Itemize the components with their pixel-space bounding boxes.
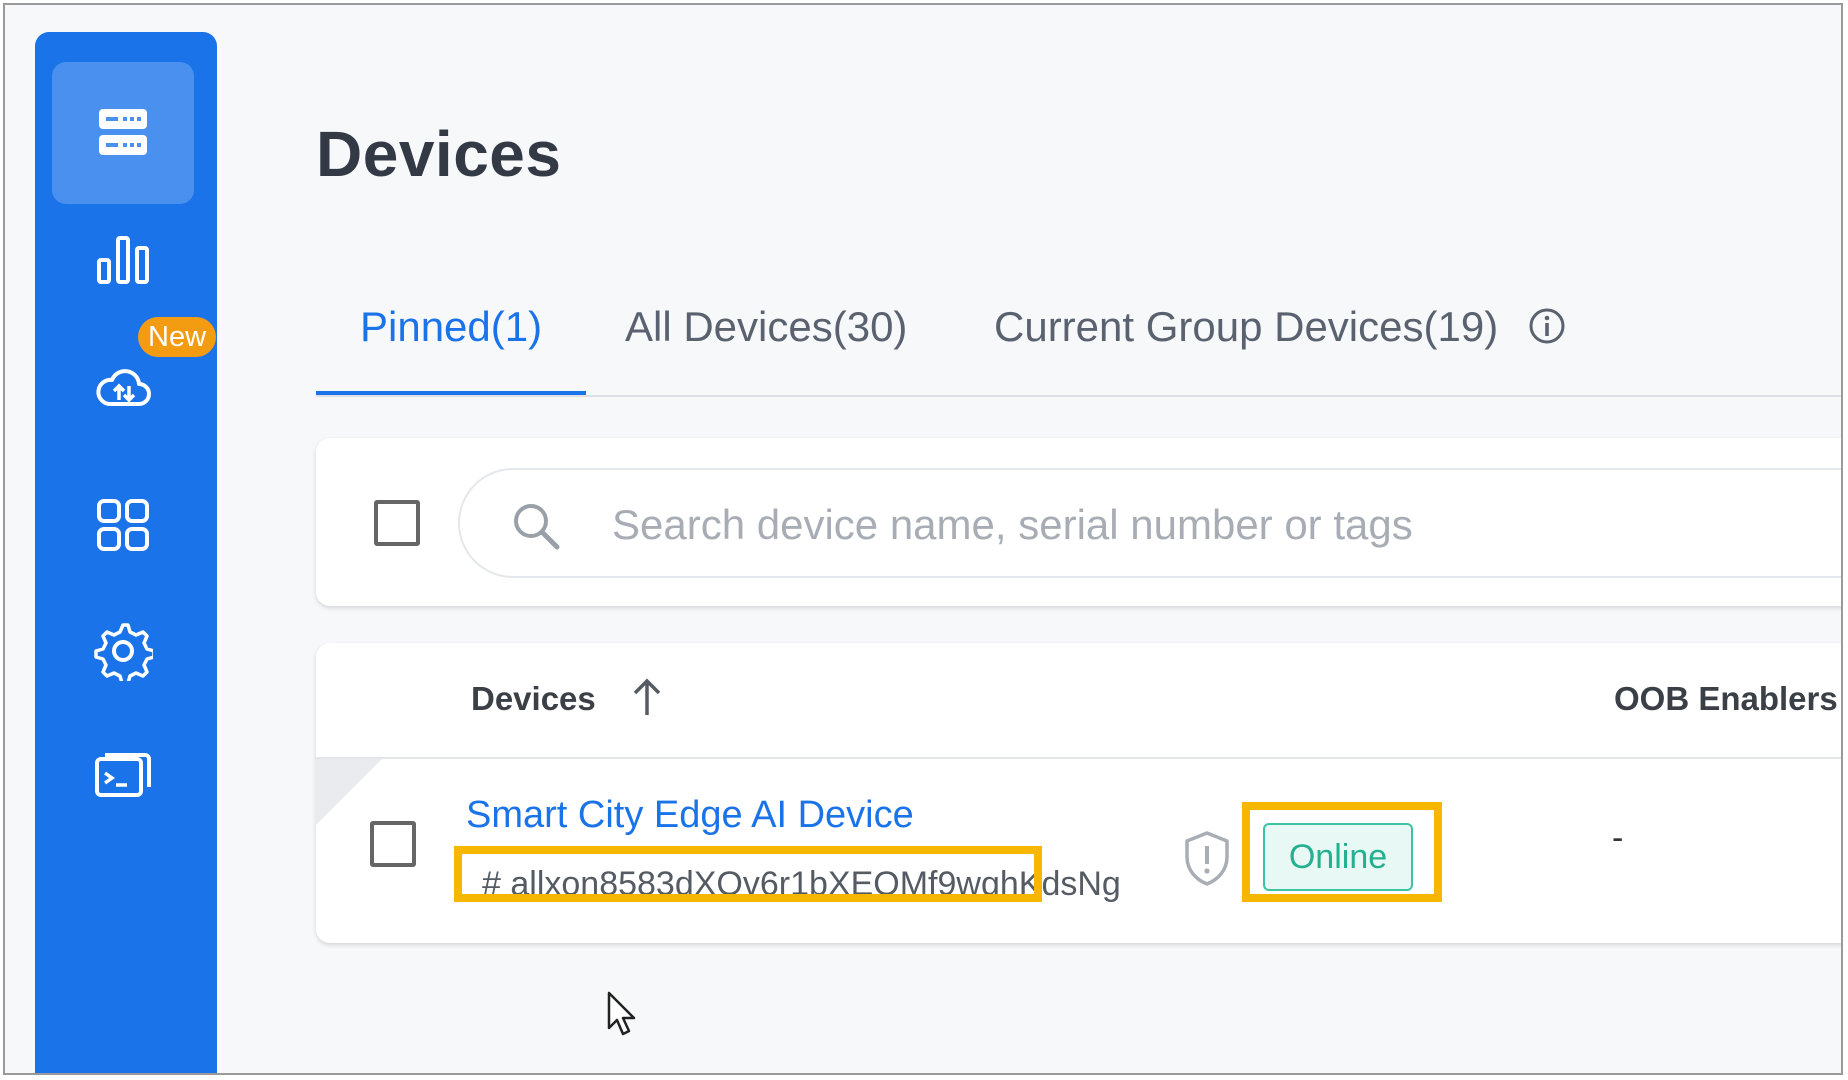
sidebar-item-devices[interactable] xyxy=(52,62,194,204)
search-icon xyxy=(514,504,560,550)
search-box xyxy=(458,468,1841,578)
app-window: New Devices Pinned(1) All Devices(30) Cu… xyxy=(3,3,1843,1075)
server-icon xyxy=(99,109,147,155)
tab-current-group-devices[interactable]: Current Group Devices(19) xyxy=(950,295,1542,395)
tab-all-devices[interactable]: All Devices(30) xyxy=(581,295,951,395)
table-header: Devices OOB Enablers xyxy=(316,643,1841,759)
search-toolbar xyxy=(316,438,1841,606)
info-icon[interactable] xyxy=(1527,306,1567,346)
search-input[interactable] xyxy=(610,494,1814,556)
sidebar-item-apps[interactable] xyxy=(52,454,194,596)
column-header-devices[interactable]: Devices xyxy=(471,680,596,718)
status-badge: Online xyxy=(1263,823,1413,891)
shield-icon xyxy=(1185,831,1229,886)
gear-icon xyxy=(94,623,153,681)
device-name-link[interactable]: Smart City Edge AI Device xyxy=(466,794,914,837)
mouse-cursor-icon xyxy=(607,991,636,1036)
terminal-icon xyxy=(95,753,151,797)
sidebar-item-remote-terminal[interactable] xyxy=(52,704,194,846)
page-title: Devices xyxy=(316,118,562,190)
pinned-corner-marker xyxy=(316,759,382,825)
bar-chart-icon xyxy=(97,236,149,284)
sidebar-item-settings[interactable] xyxy=(52,580,194,722)
new-badge: New xyxy=(138,317,217,357)
table-row[interactable]: Smart City Edge AI Device # allxon8583dX… xyxy=(316,759,1841,941)
row-checkbox[interactable] xyxy=(370,821,416,867)
column-header-oob-enablers[interactable]: OOB Enablers xyxy=(1614,680,1838,718)
device-tabs: Pinned(1) All Devices(30) Current Group … xyxy=(316,295,1841,397)
oob-enablers-value: - xyxy=(1612,819,1624,857)
tab-pinned[interactable]: Pinned(1) xyxy=(316,295,587,395)
sort-ascending-icon[interactable] xyxy=(629,677,665,717)
sidebar: New xyxy=(35,32,217,1073)
apps-grid-icon xyxy=(97,499,149,551)
select-all-checkbox[interactable] xyxy=(374,500,420,546)
devices-table: Devices OOB Enablers Smart City Edge AI … xyxy=(316,643,1841,943)
serial-highlight-box xyxy=(454,846,1042,902)
sidebar-item-cloud-update[interactable]: New xyxy=(52,302,217,444)
cloud-sync-icon xyxy=(96,369,151,406)
